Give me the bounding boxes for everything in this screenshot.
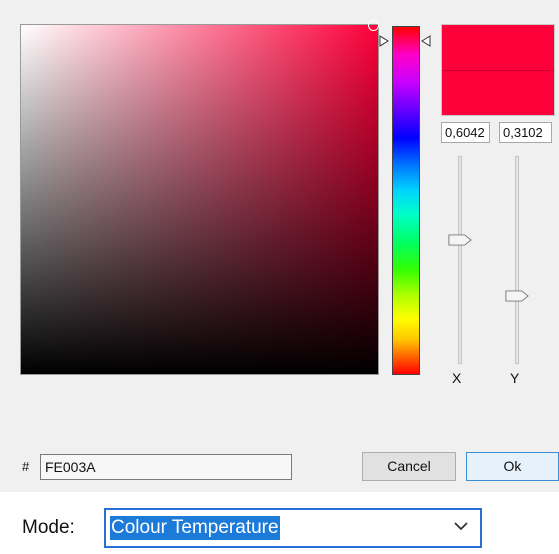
x-slider-track[interactable] [458,156,462,364]
cancel-button[interactable]: Cancel [362,452,456,481]
new-color-preview [442,25,554,71]
color-preview-swatch [441,24,555,116]
x-slider-label: X [452,370,462,386]
hue-left-arrow-icon[interactable] [379,35,389,47]
chevron-down-icon[interactable] [454,519,468,533]
hex-prefix-label: # [22,459,30,474]
x-slider-thumb[interactable] [448,234,472,246]
y-slider-thumb[interactable] [505,290,529,302]
old-color-preview [442,71,554,115]
hue-right-arrow-icon[interactable] [421,35,431,47]
mode-label: Mode: [22,517,75,538]
y-coordinate-field[interactable]: 0,3102 [499,122,552,143]
hex-color-input[interactable]: FE003A [40,454,292,480]
color-picker-dialog: 0,6042 0,3102 X Y # FE003A Cancel Ok [0,0,559,492]
sv-cursor-handle[interactable] [368,20,379,31]
ok-button[interactable]: Ok [466,452,559,481]
hue-slider[interactable] [392,26,420,375]
saturation-value-field[interactable] [20,20,379,375]
mode-dropdown[interactable]: Colour Temperature [104,508,482,548]
y-slider-track[interactable] [515,156,519,364]
mode-selected-value: Colour Temperature [110,516,280,540]
y-slider-label: Y [510,370,520,386]
x-coordinate-field[interactable]: 0,6042 [441,122,490,143]
